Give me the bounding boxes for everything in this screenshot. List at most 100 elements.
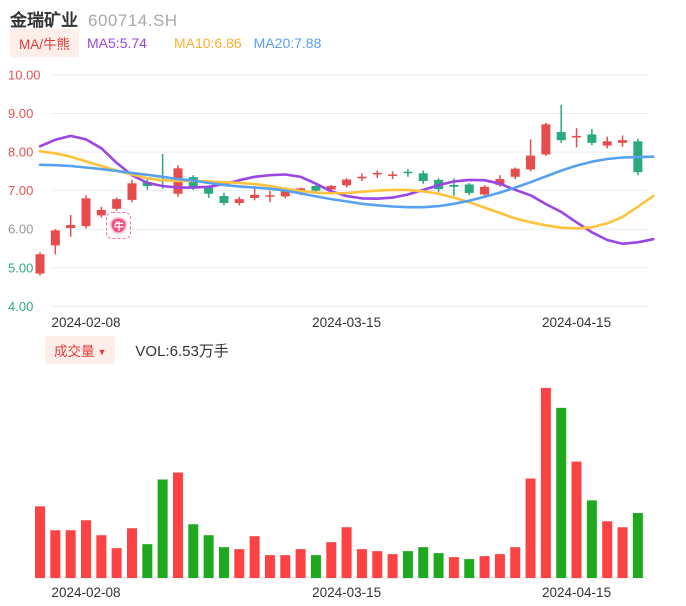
candle-body[interactable]: [372, 172, 382, 175]
candle-body[interactable]: [250, 194, 260, 198]
price-candlestick-chart[interactable]: 10.00 9.00 8.00 7.00 6.00 5.00 4.00 2024-02-08 2…: [0, 56, 686, 332]
volume-bar[interactable]: [295, 549, 306, 578]
candle-body[interactable]: [342, 179, 352, 186]
x-axis-label: 2024-02-08: [51, 315, 120, 330]
candle-body[interactable]: [572, 135, 582, 138]
volume-bar[interactable]: [249, 536, 260, 578]
volume-bar[interactable]: [218, 547, 229, 578]
ma5-value-label: MA5:5.74: [87, 35, 147, 51]
stock-code: 600714.SH: [88, 11, 178, 30]
volume-bar[interactable]: [96, 535, 107, 578]
y-axis-label: 8.00: [8, 145, 33, 160]
indicator-legend: MA/牛熊 MA5:5.74 MA10:6.86 MA20:7.88: [0, 29, 686, 57]
volume-bar[interactable]: [632, 513, 643, 578]
candle-body[interactable]: [50, 230, 60, 246]
candle-body[interactable]: [265, 195, 275, 197]
volume-bar[interactable]: [234, 549, 245, 578]
candle-body[interactable]: [403, 171, 413, 174]
stock-name: 金瑞矿业: [10, 11, 78, 30]
volume-bar[interactable]: [586, 500, 597, 578]
dropdown-arrow-icon: ▼: [97, 347, 107, 357]
candle-body[interactable]: [35, 254, 45, 274]
candle-body[interactable]: [81, 198, 91, 227]
volume-bar[interactable]: [617, 527, 628, 578]
x-axis-label: 2024-04-15: [542, 315, 611, 330]
volume-bar[interactable]: [418, 547, 429, 578]
candle-body[interactable]: [587, 134, 597, 143]
ma10-value-label: MA10:6.86: [173, 35, 242, 51]
volume-bar[interactable]: [494, 554, 505, 578]
volume-bar[interactable]: [540, 387, 551, 578]
y-axis-label: 7.00: [8, 183, 33, 198]
candle-body[interactable]: [66, 224, 76, 229]
candle-body[interactable]: [510, 168, 520, 177]
candle-body[interactable]: [127, 183, 137, 200]
volume-bar[interactable]: [65, 530, 76, 578]
volume-bar[interactable]: [571, 461, 582, 578]
volume-bar[interactable]: [264, 555, 275, 578]
candle-body[interactable]: [388, 174, 398, 177]
x-axis-label: 2024-03-15: [312, 585, 381, 600]
candle-body[interactable]: [526, 155, 536, 170]
volume-bar[interactable]: [387, 554, 398, 578]
volume-bar[interactable]: [402, 551, 413, 578]
header: 金瑞矿业 600714.SH: [0, 0, 686, 30]
volume-bar[interactable]: [464, 559, 475, 578]
candle-body[interactable]: [96, 209, 106, 216]
volume-bar-chart[interactable]: 2024-02-08 2024-03-15 2024-04-15: [0, 368, 686, 606]
volume-bar[interactable]: [111, 548, 122, 578]
candle-body[interactable]: [234, 199, 244, 203]
volume-bar[interactable]: [172, 472, 183, 578]
volume-bar[interactable]: [50, 530, 61, 578]
y-axis-label: 4.00: [8, 299, 33, 314]
stock-chart-app: 金瑞矿业 600714.SH MA/牛熊 MA5:5.74 MA10:6.86 …: [0, 0, 686, 606]
volume-bar[interactable]: [433, 553, 444, 578]
volume-bar[interactable]: [188, 524, 199, 578]
volume-bar[interactable]: [35, 506, 45, 578]
volume-bar[interactable]: [280, 555, 291, 578]
candle-body[interactable]: [464, 184, 474, 193]
candle-body[interactable]: [618, 140, 628, 143]
volume-bar[interactable]: [448, 557, 459, 578]
y-axis-label: 5.00: [8, 260, 33, 275]
candle-body[interactable]: [556, 132, 566, 141]
candle-body[interactable]: [112, 199, 122, 209]
volume-bar[interactable]: [157, 479, 168, 578]
candle-body[interactable]: [418, 173, 428, 182]
bull-badge-icon[interactable]: 牛: [106, 211, 132, 239]
x-axis-label: 2024-04-15: [542, 585, 611, 600]
ma-indicator-tab[interactable]: MA/牛熊: [10, 29, 80, 57]
volume-bar[interactable]: [372, 551, 383, 578]
candle-body[interactable]: [204, 187, 214, 194]
volume-bar[interactable]: [510, 547, 521, 578]
volume-header: 成交量 ▼ VOL:6.53万手: [0, 332, 686, 368]
volume-indicator-dropdown[interactable]: 成交量 ▼: [45, 336, 116, 364]
bull-glyph: 牛: [113, 221, 124, 233]
x-axis-label: 2024-02-08: [51, 585, 120, 600]
volume-bar[interactable]: [479, 556, 490, 578]
volume-bar[interactable]: [356, 549, 367, 578]
price-chart-pane: 10.00 9.00 8.00 7.00 6.00 5.00 4.00 2024-02-08 2…: [0, 56, 686, 332]
volume-bar[interactable]: [142, 544, 153, 578]
volume-value-label: VOL:6.53万手: [135, 342, 229, 360]
y-axis-label: 10.00: [8, 68, 41, 83]
y-axis-label: 6.00: [8, 222, 33, 237]
volume-bar[interactable]: [310, 555, 321, 578]
candle-body[interactable]: [541, 124, 551, 155]
volume-bar[interactable]: [326, 542, 337, 578]
ma20-value-label: MA20:7.88: [253, 35, 322, 51]
candle-body[interactable]: [219, 196, 229, 203]
volume-bar[interactable]: [556, 407, 567, 578]
candle-body[interactable]: [357, 176, 367, 179]
x-axis-label: 2024-03-15: [312, 315, 381, 330]
volume-bar[interactable]: [80, 520, 91, 578]
bull-shield-icon: 牛: [110, 216, 128, 234]
volume-bar[interactable]: [126, 528, 137, 578]
candle-body[interactable]: [449, 184, 459, 187]
volume-bar[interactable]: [203, 535, 214, 578]
volume-bar[interactable]: [602, 521, 613, 578]
volume-bar[interactable]: [341, 527, 352, 578]
volume-bar[interactable]: [525, 478, 536, 579]
candle-body[interactable]: [480, 186, 490, 195]
candle-body[interactable]: [602, 141, 612, 146]
